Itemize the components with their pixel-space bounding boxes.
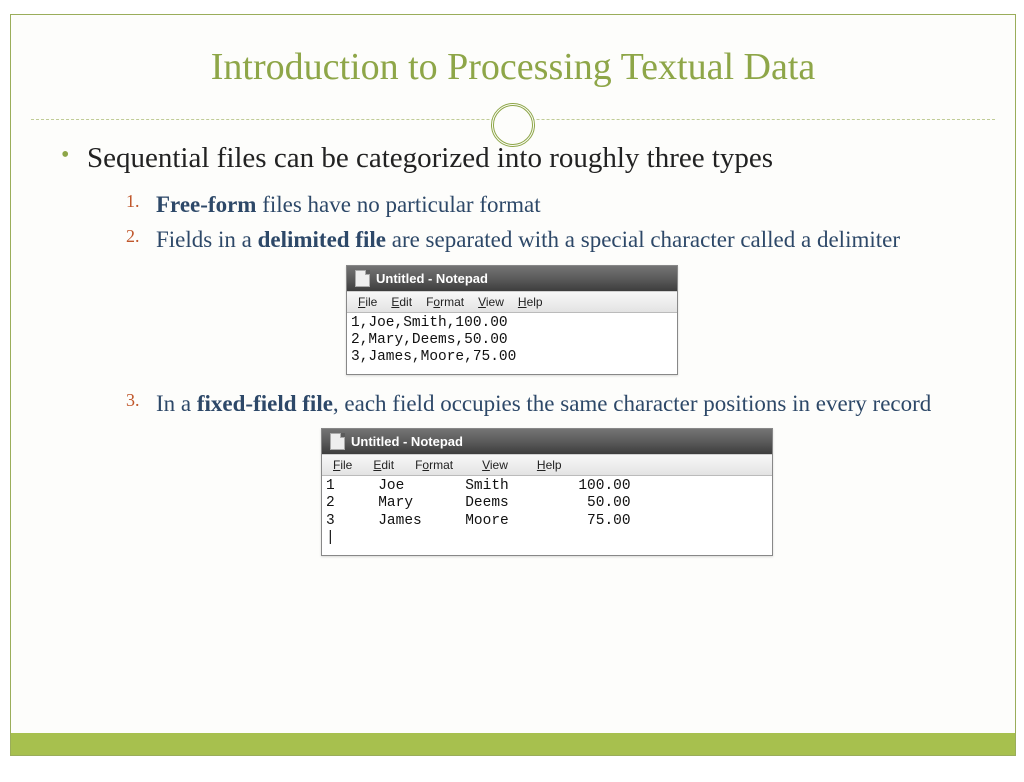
notepad-window: Untitled - Notepad FileEditFormatViewHel… bbox=[321, 428, 773, 555]
menu-view: View bbox=[460, 457, 515, 473]
slide-bottom-bar bbox=[11, 733, 1015, 755]
menu-edit: Edit bbox=[359, 457, 401, 473]
list-item-3: 3. In a fixed-field file, each field occ… bbox=[126, 389, 965, 418]
menu-file: File bbox=[351, 294, 384, 310]
slide-content: Sequential files can be categorized into… bbox=[61, 140, 965, 556]
notepad-titlebar: Untitled - Notepad bbox=[322, 429, 772, 454]
notepad-titlebar: Untitled - Notepad bbox=[347, 266, 677, 291]
term-freeform: Free-form bbox=[156, 192, 256, 217]
notepad-icon bbox=[355, 270, 370, 287]
menu-format: Format bbox=[401, 457, 460, 473]
list-item-2: 2. Fields in a delimited file are separa… bbox=[126, 225, 965, 254]
item-1-text: files have no particular format bbox=[256, 192, 540, 217]
item-3-post: , each field occupies the same character… bbox=[333, 391, 931, 416]
numbered-list: 1. Free-form files have no particular fo… bbox=[126, 190, 965, 556]
notepad-screenshot-2: Untitled - Notepad FileEditFormatViewHel… bbox=[126, 424, 965, 555]
menu-help: Help bbox=[515, 457, 569, 473]
slide: Introduction to Processing Textual Data … bbox=[10, 14, 1016, 756]
notepad-screenshot-1: Untitled - Notepad FileEditFormatViewHel… bbox=[126, 261, 965, 375]
slide-title: Introduction to Processing Textual Data bbox=[31, 45, 995, 89]
menu-view: View bbox=[471, 294, 511, 310]
main-bullet: Sequential files can be categorized into… bbox=[87, 140, 965, 178]
term-delimited: delimited file bbox=[258, 227, 386, 252]
item-number: 2. bbox=[126, 225, 140, 248]
menu-edit: Edit bbox=[384, 294, 419, 310]
notepad-title: Untitled - Notepad bbox=[376, 271, 488, 286]
notepad-body: 1,Joe,Smith,100.00 2,Mary,Deems,50.00 3,… bbox=[347, 313, 677, 374]
item-number: 3. bbox=[126, 389, 140, 412]
item-3-pre: In a bbox=[156, 391, 197, 416]
item-2-post: are separated with a special character c… bbox=[386, 227, 900, 252]
notepad-menubar: FileEditFormatViewHelp bbox=[322, 454, 772, 476]
menu-file: File bbox=[326, 457, 359, 473]
notepad-title: Untitled - Notepad bbox=[351, 434, 463, 449]
list-item-1: 1. Free-form files have no particular fo… bbox=[126, 190, 965, 219]
item-number: 1. bbox=[126, 190, 140, 213]
notepad-icon bbox=[330, 433, 345, 450]
notepad-body: 1 Joe Smith 100.00 2 Mary Deems 50.00 3 … bbox=[322, 476, 772, 554]
notepad-menubar: FileEditFormatViewHelp bbox=[347, 291, 677, 313]
menu-help: Help bbox=[511, 294, 550, 310]
term-fixedfield: fixed-field file bbox=[197, 391, 333, 416]
item-2-pre: Fields in a bbox=[156, 227, 258, 252]
notepad-window: Untitled - Notepad FileEditFormatViewHel… bbox=[346, 265, 678, 375]
menu-format: Format bbox=[419, 294, 471, 310]
